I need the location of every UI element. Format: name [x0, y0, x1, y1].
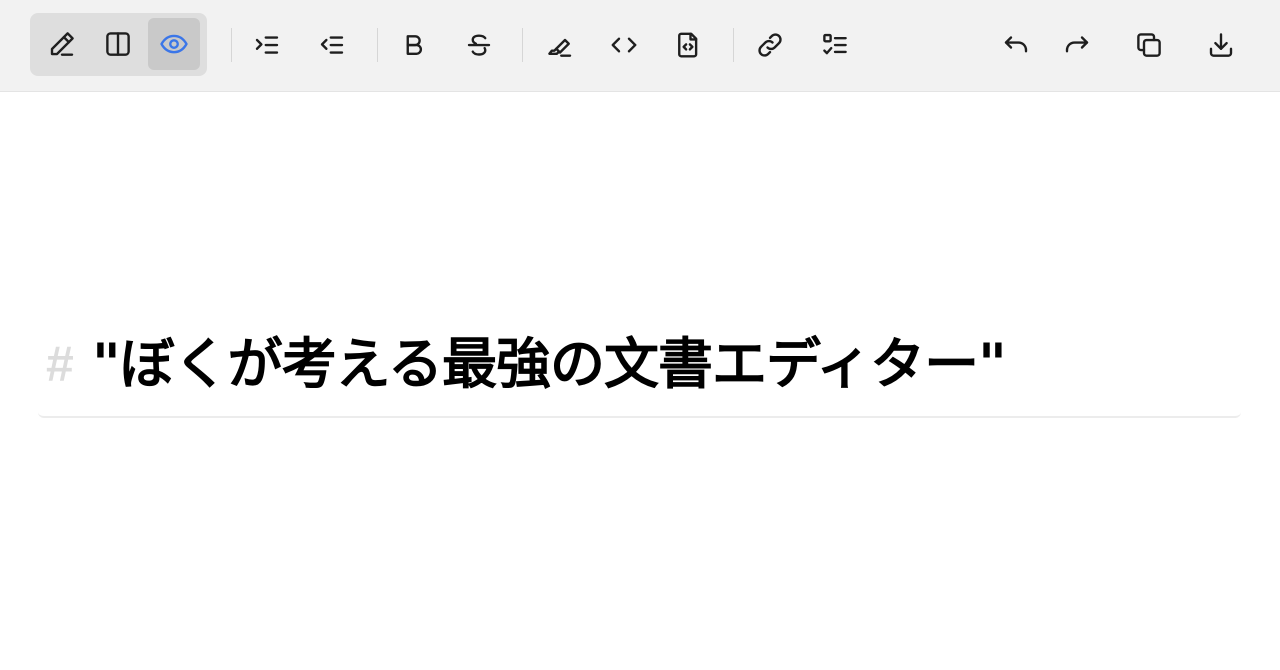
bold-icon [406, 35, 423, 55]
preview-mode-button[interactable] [148, 18, 200, 70]
toolbar-divider [377, 28, 378, 62]
task-list-icon [823, 33, 847, 55]
strikethrough-icon [467, 34, 491, 56]
link-icon [758, 33, 782, 57]
undo-icon [1004, 36, 1028, 53]
bold-button[interactable] [388, 19, 440, 71]
pencil-icon [50, 32, 74, 56]
outdent-icon [320, 36, 344, 54]
view-mode-group [30, 13, 207, 76]
toolbar-divider [733, 28, 734, 62]
undo-button[interactable] [990, 19, 1042, 71]
edit-mode-button[interactable] [36, 18, 88, 70]
markdown-editor-app: # "ぼくが考える最強の文書エディター" [0, 0, 1280, 670]
toolbar-divider [522, 28, 523, 62]
copy-button[interactable] [1123, 19, 1175, 71]
code-block-button[interactable] [662, 19, 714, 71]
split-view-icon [106, 32, 130, 56]
indent-button[interactable] [241, 19, 293, 71]
outdent-button[interactable] [306, 19, 358, 71]
redo-button[interactable] [1051, 19, 1103, 71]
task-list-button[interactable] [809, 19, 861, 71]
eye-icon [160, 34, 188, 54]
download-button[interactable] [1195, 19, 1247, 71]
toolbar [0, 0, 1280, 92]
highlight-button[interactable] [534, 19, 586, 71]
code-icon [611, 37, 637, 53]
code-file-icon [678, 32, 698, 58]
download-icon [1209, 33, 1233, 57]
inline-code-button[interactable] [598, 19, 650, 71]
link-button[interactable] [744, 19, 796, 71]
split-view-button[interactable] [92, 18, 144, 70]
heading-marker: # [46, 336, 74, 392]
copy-icon [1137, 33, 1161, 57]
highlight-icon [548, 38, 572, 57]
redo-icon [1065, 36, 1089, 53]
document-heading: "ぼくが考える最強の文書エディター" [92, 332, 1007, 396]
indent-icon [255, 36, 279, 54]
toolbar-divider [231, 28, 232, 62]
strikethrough-button[interactable] [453, 19, 505, 71]
